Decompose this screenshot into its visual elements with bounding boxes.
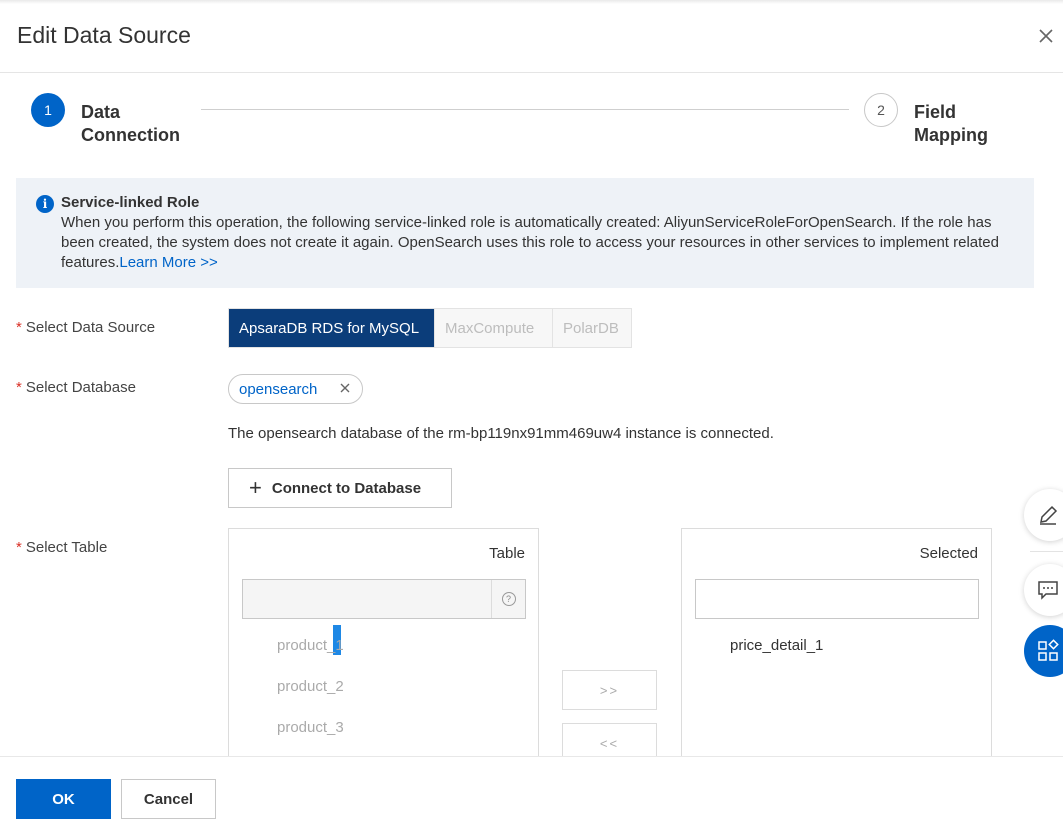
help-icon: ?: [501, 592, 516, 606]
data-source-option-maxcompute[interactable]: MaxCompute: [435, 309, 553, 347]
step-2-label: Field Mapping: [914, 102, 988, 145]
side-divider: [1030, 551, 1063, 552]
dialog-header: Edit Data Source: [0, 0, 1063, 73]
data-source-label: * Select Data Source: [16, 319, 156, 336]
data-source-option-rds[interactable]: ApsaraDB RDS for MySQL: [229, 309, 435, 347]
feedback-tool-button[interactable]: [1024, 564, 1063, 616]
remove-tag-icon[interactable]: [338, 381, 352, 395]
data-source-option-polardb[interactable]: PolarDB: [553, 309, 631, 347]
edit-tool-button[interactable]: [1024, 489, 1063, 541]
notice-body: When you perform this operation, the fol…: [61, 213, 1021, 273]
step-connector: [201, 109, 849, 110]
notice-title: Service-linked Role: [61, 194, 200, 211]
plus-icon: +: [249, 475, 262, 500]
list-item[interactable]: price_detail_1: [730, 637, 823, 654]
pencil-icon: [1040, 505, 1058, 525]
table-label: * Select Table: [16, 539, 108, 556]
ok-button[interactable]: OK: [16, 779, 111, 819]
learn-more-link[interactable]: Learn More >>: [119, 254, 217, 271]
database-tag: opensearch: [228, 374, 363, 404]
service-role-notice: i Service-linked Role When you perform t…: [16, 178, 1034, 288]
selected-table-panel: Selected price_detail_1: [681, 528, 992, 768]
database-tag-label: opensearch: [239, 380, 318, 398]
cancel-button[interactable]: Cancel: [121, 779, 216, 819]
database-status: The opensearch database of the rm-bp119n…: [228, 425, 774, 442]
list-item[interactable]: product_1: [277, 637, 344, 654]
apps-icon: [1038, 639, 1059, 661]
source-panel-header: Table: [489, 545, 525, 562]
source-table-panel: Table ? product_1 product_2 product_3: [228, 528, 539, 768]
info-icon: i: [36, 195, 54, 213]
database-label: * Select Database: [16, 379, 136, 396]
list-item[interactable]: product_2: [277, 678, 344, 695]
list-item[interactable]: product_3: [277, 719, 344, 736]
search-help[interactable]: ?: [491, 580, 525, 618]
connect-to-database-button[interactable]: + Connect to Database: [228, 468, 452, 508]
step-2-indicator: 2: [864, 93, 898, 127]
step-1-indicator: 1: [31, 93, 65, 127]
data-source-selector: ApsaraDB RDS for MySQL MaxCompute PolarD…: [228, 308, 632, 348]
chat-icon: [1038, 581, 1058, 600]
dialog-footer: OK Cancel: [0, 756, 1063, 826]
selected-table-search-input[interactable]: [695, 579, 979, 619]
step-1-label: Data Connection: [81, 102, 180, 145]
dialog-title: Edit Data Source: [17, 22, 191, 48]
source-table-search-input[interactable]: ?: [242, 579, 526, 619]
apps-tool-button[interactable]: [1024, 625, 1063, 677]
move-right-button[interactable]: >>: [562, 670, 657, 710]
close-icon[interactable]: [1036, 26, 1056, 46]
selected-panel-header: Selected: [919, 545, 978, 562]
